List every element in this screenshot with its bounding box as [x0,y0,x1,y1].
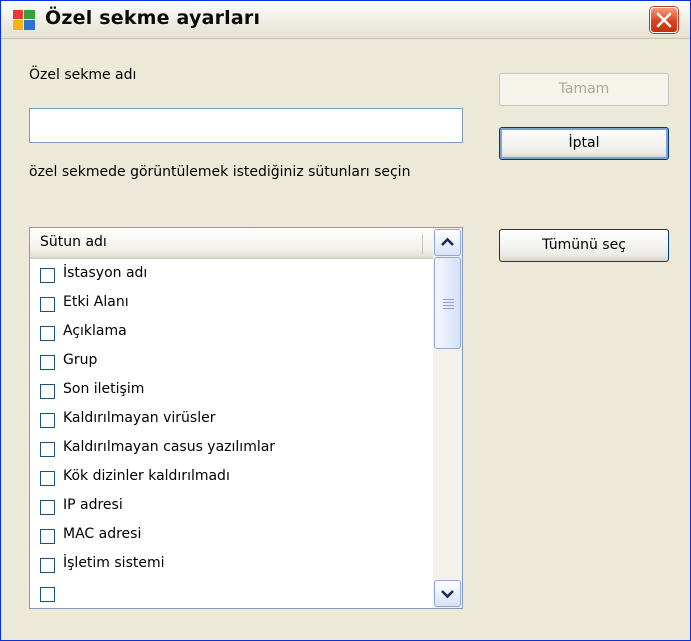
list-item[interactable] [30,580,433,608]
list-item-label: Açıklama [63,323,127,339]
thumb-grip [443,299,454,300]
list-item[interactable]: Kaldırılmayan casus yazılımlar [30,435,433,464]
checkbox[interactable] [40,558,55,573]
select-all-button[interactable]: Tümünü seç [499,229,669,262]
list-item[interactable]: Etki Alanı [30,290,433,319]
list-rows: İstasyon adı Etki Alanı Açıklama Grup So… [30,261,433,608]
header-divider[interactable] [422,234,423,254]
list-item[interactable]: İstasyon adı [30,261,433,290]
thumb-grip [443,305,454,306]
checkbox[interactable] [40,413,55,428]
list-item-label: Kaldırılmayan virüsler [63,410,216,426]
column-name-header: Sütun adı [40,234,107,250]
thumb-grip [443,308,454,309]
scroll-thumb[interactable] [434,257,461,349]
checkbox[interactable] [40,297,55,312]
checkbox[interactable] [40,326,55,341]
checkbox[interactable] [40,442,55,457]
list-item-label: Kök dizinler kaldırılmadı [63,468,230,484]
list-item[interactable]: İşletim sistemi [30,551,433,580]
list-item-label: Etki Alanı [63,294,129,310]
list-item-label: İşletim sistemi [63,555,165,571]
checkbox[interactable] [40,471,55,486]
list-item[interactable]: IP adresi [30,493,433,522]
thumb-grip [443,302,454,303]
list-item[interactable]: Açıklama [30,319,433,348]
list-item[interactable]: Grup [30,348,433,377]
list-header[interactable]: Sütun adı [30,228,433,259]
title-bar[interactable]: Özel sekme ayarları [1,1,690,39]
column-list: Sütun adı İstasyon adı Etki Alanı Açıkla… [29,227,463,609]
dialog-window: Özel sekme ayarları Özel sekme adı özel … [0,0,691,641]
checkbox[interactable] [40,384,55,399]
instruction-text: özel sekmede görüntülemek istediğiniz sü… [29,164,411,180]
checkbox[interactable] [40,268,55,283]
checkbox[interactable] [40,355,55,370]
list-item[interactable]: Son iletişim [30,377,433,406]
list-item-label: Kaldırılmayan casus yazılımlar [63,439,276,455]
checkbox[interactable] [40,529,55,544]
ok-button[interactable]: Tamam [499,73,669,106]
close-button[interactable] [650,7,678,33]
list-item-label: İstasyon adı [63,265,148,281]
chevron-up-icon [441,237,454,246]
list-item[interactable]: Kök dizinler kaldırılmadı [30,464,433,493]
chevron-down-icon [441,590,454,599]
tab-name-label: Özel sekme adı [29,67,137,83]
checkbox[interactable] [40,500,55,515]
list-item-label: MAC adresi [63,526,142,542]
checkbox[interactable] [40,587,55,602]
list-item[interactable]: Kaldırılmayan virüsler [30,406,433,435]
window-title: Özel sekme ayarları [45,7,261,29]
tab-name-input[interactable] [29,108,463,143]
scroll-up-button[interactable] [434,229,461,256]
list-item-label: Son iletişim [63,381,145,397]
list-item[interactable]: MAC adresi [30,522,433,551]
scroll-down-button[interactable] [434,580,461,607]
list-item-label: IP adresi [63,497,123,513]
close-icon [656,12,672,28]
vertical-scrollbar[interactable] [433,228,462,608]
cancel-button[interactable]: İptal [499,127,669,160]
list-item-label: Grup [63,352,98,368]
avg-logo-icon [13,10,35,30]
